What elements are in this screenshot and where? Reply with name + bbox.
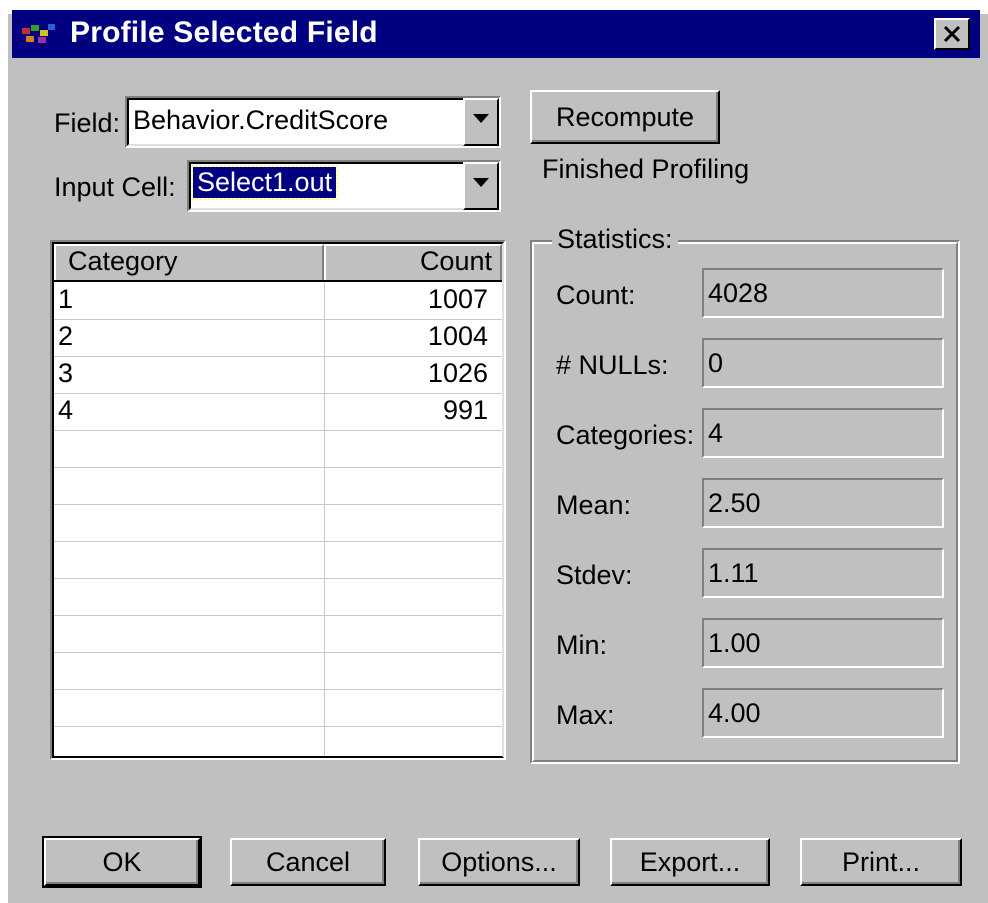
window-title: Profile Selected Field [70, 16, 378, 49]
table-row[interactable]: 4 991 [54, 393, 502, 431]
input-cell-dropdown-button[interactable] [463, 162, 499, 210]
column-header-count[interactable]: Count [324, 244, 502, 280]
empty-row [54, 430, 502, 468]
chevron-down-icon [473, 178, 489, 187]
field-label: Field: [54, 108, 121, 138]
empty-row [54, 578, 502, 616]
stat-field-nulls: 0 [702, 338, 944, 388]
stat-value-count: 4028 [708, 278, 769, 308]
stat-label-min: Min: [556, 630, 608, 660]
empty-row [54, 467, 502, 505]
status-text: Finished Profiling [542, 154, 750, 184]
ok-button[interactable]: OK [42, 836, 202, 888]
input-cell-dropdown[interactable]: Select1.out [187, 160, 501, 212]
stat-value-stdev: 1.11 [708, 558, 759, 588]
table-row[interactable]: 1 1007 [54, 282, 502, 320]
stat-label-categories: Categories: [556, 420, 695, 450]
stat-field-stdev: 1.11 [702, 548, 944, 598]
export-button[interactable]: Export... [610, 838, 770, 886]
print-button[interactable]: Print... [800, 838, 962, 886]
stat-value-mean: 2.50 [708, 488, 761, 518]
count-cell: 1007 [427, 284, 488, 314]
options-button[interactable]: Options... [418, 838, 580, 886]
app-icon [22, 24, 55, 43]
statistics-title: Statistics: [552, 224, 678, 255]
stat-field-categories: 4 [702, 408, 944, 458]
field-dropdown-button[interactable] [463, 98, 499, 146]
close-icon [943, 25, 961, 43]
stat-value-nulls: 0 [708, 348, 724, 378]
stat-value-categories: 4 [708, 418, 724, 448]
empty-row [54, 652, 502, 690]
count-cell: 991 [442, 395, 488, 425]
stat-field-count: 4028 [702, 268, 944, 318]
title-bar[interactable]: Profile Selected Field [12, 10, 980, 58]
stat-label-max: Max: [556, 700, 615, 730]
stat-label-count: Count: [556, 280, 636, 310]
field-value: Behavior.CreditScore [133, 105, 389, 135]
empty-row [54, 689, 502, 727]
column-header-category[interactable]: Category [54, 244, 324, 280]
category-cell: 4 [58, 395, 74, 425]
stat-label-stdev: Stdev: [556, 560, 633, 590]
empty-row [54, 726, 502, 756]
stat-label-mean: Mean: [556, 490, 632, 520]
cancel-button[interactable]: Cancel [230, 838, 386, 886]
stat-field-max: 4.00 [702, 688, 944, 738]
table-row[interactable]: 3 1026 [54, 356, 502, 394]
recompute-button[interactable]: Recompute [530, 90, 720, 144]
input-cell-value: Select1.out [190, 165, 339, 200]
close-button[interactable] [934, 18, 970, 50]
category-cell: 3 [58, 358, 74, 388]
stat-label-nulls: # NULLs: [556, 350, 669, 380]
count-cell: 1026 [427, 358, 488, 388]
category-table[interactable]: Category Count 1 1007 2 1004 3 1026 4 99… [50, 240, 506, 760]
empty-row [54, 541, 502, 579]
empty-row [54, 504, 502, 542]
category-cell: 1 [58, 284, 74, 314]
input-cell-label: Input Cell: [54, 172, 176, 202]
stat-value-min: 1.00 [708, 628, 761, 658]
empty-row [54, 615, 502, 653]
stat-field-mean: 2.50 [702, 478, 944, 528]
chevron-down-icon [473, 114, 489, 123]
stat-value-max: 4.00 [708, 698, 761, 728]
stat-field-min: 1.00 [702, 618, 944, 668]
category-cell: 2 [58, 321, 74, 351]
table-row[interactable]: 2 1004 [54, 319, 502, 357]
field-dropdown[interactable]: Behavior.CreditScore [125, 96, 501, 148]
count-cell: 1004 [427, 321, 488, 351]
table-header: Category Count [54, 244, 502, 282]
